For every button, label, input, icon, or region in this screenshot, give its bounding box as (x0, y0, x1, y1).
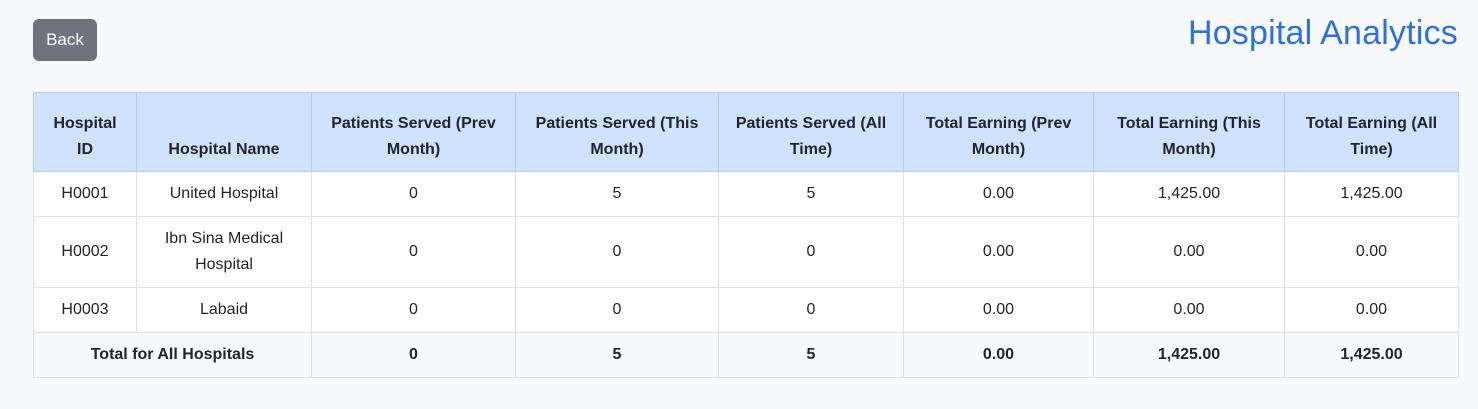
total-earning-prev-month: 0.00 (903, 332, 1094, 378)
table-header-row: Hospital ID Hospital Name Patients Serve… (33, 92, 1459, 172)
page-title: Hospital Analytics (1187, 14, 1458, 52)
column-header-patients-all-time: Patients Served (All Time) (718, 92, 904, 172)
table-row: H0003 Labaid 0 0 0 0.00 0.00 0.00 (33, 287, 1459, 333)
cell-patients-this-month: 0 (515, 216, 719, 288)
column-header-earning-this-month: Total Earning (This Month) (1093, 92, 1285, 172)
total-patients-all-time: 5 (718, 332, 904, 378)
column-header-patients-prev-month: Patients Served (Prev Month) (311, 92, 516, 172)
cell-patients-this-month: 5 (515, 171, 719, 217)
cell-patients-prev-month: 0 (311, 216, 516, 288)
total-patients-prev-month: 0 (311, 332, 516, 378)
cell-earning-this-month: 0.00 (1093, 287, 1285, 333)
cell-hospital-name: United Hospital (136, 171, 312, 217)
total-earning-this-month: 1,425.00 (1093, 332, 1285, 378)
total-patients-this-month: 5 (515, 332, 719, 378)
cell-hospital-id: H0001 (33, 171, 137, 217)
hospital-analytics-table: Hospital ID Hospital Name Patients Serve… (33, 92, 1459, 378)
cell-earning-prev-month: 0.00 (903, 171, 1094, 217)
column-header-hospital-id: Hospital ID (33, 92, 137, 172)
total-row: Total for All Hospitals 0 5 5 0.00 1,425… (33, 332, 1459, 378)
cell-patients-prev-month: 0 (311, 171, 516, 217)
cell-hospital-name: Labaid (136, 287, 312, 333)
table-row: H0001 United Hospital 0 5 5 0.00 1,425.0… (33, 171, 1459, 217)
cell-patients-prev-month: 0 (311, 287, 516, 333)
cell-hospital-id: H0002 (33, 216, 137, 288)
cell-earning-all-time: 0.00 (1284, 287, 1459, 333)
cell-earning-prev-month: 0.00 (903, 287, 1094, 333)
back-button[interactable]: Back (33, 19, 97, 61)
cell-earning-all-time: 0.00 (1284, 216, 1459, 288)
cell-earning-this-month: 0.00 (1093, 216, 1285, 288)
cell-patients-all-time: 5 (718, 171, 904, 217)
cell-patients-this-month: 0 (515, 287, 719, 333)
cell-earning-prev-month: 0.00 (903, 216, 1094, 288)
cell-earning-this-month: 1,425.00 (1093, 171, 1285, 217)
total-earning-all-time: 1,425.00 (1284, 332, 1459, 378)
column-header-patients-this-month: Patients Served (This Month) (515, 92, 719, 172)
column-header-earning-all-time: Total Earning (All Time) (1284, 92, 1459, 172)
table-row: H0002 Ibn Sina Medical Hospital 0 0 0 0.… (33, 216, 1459, 288)
column-header-earning-prev-month: Total Earning (Prev Month) (903, 92, 1094, 172)
column-header-hospital-name: Hospital Name (136, 92, 312, 172)
cell-earning-all-time: 1,425.00 (1284, 171, 1459, 217)
hospital-analytics-page: Back Hospital Analytics Hospital ID Hosp… (0, 0, 1478, 409)
cell-hospital-id: H0003 (33, 287, 137, 333)
total-label: Total for All Hospitals (33, 332, 312, 378)
cell-patients-all-time: 0 (718, 216, 904, 288)
cell-hospital-name: Ibn Sina Medical Hospital (136, 216, 312, 288)
cell-patients-all-time: 0 (718, 287, 904, 333)
